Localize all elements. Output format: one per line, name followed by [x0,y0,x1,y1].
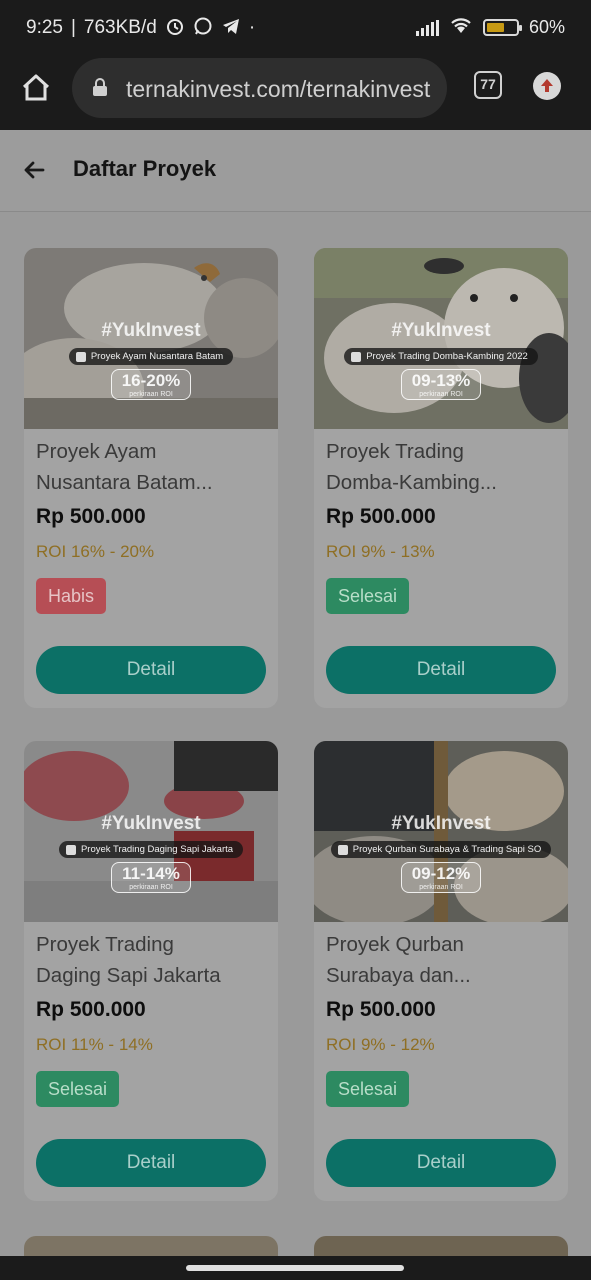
status-badge: Selesai [326,578,410,614]
status-bar: 9:25 | 763KB/d · 60% [0,0,591,54]
project-card[interactable]: #YukInvest Proyek Trading Domba-Kambing … [314,248,568,708]
detail-button[interactable]: Detail [326,1139,556,1187]
browser-toolbar: ternakinvest.com/ternakinvest 77 [0,54,591,130]
banner-roi: 11-14% [122,864,180,883]
banner-hashtag: #YukInvest [391,813,491,834]
banner-roi: 09-13% [411,371,471,390]
banner-roi-caption: perkiraan ROI [129,391,173,398]
banner-roi-box: 11-14% perkiraan ROI [111,862,191,893]
page-header: Daftar Proyek [0,130,591,212]
project-title-line2: Nusantara Batam... [36,471,213,494]
banner-pill: Proyek Qurban Surabaya & Trading Sapi SO [330,841,552,858]
page-title: Daftar Proyek [73,156,217,181]
telegram-icon [221,16,241,40]
project-title: Proyek Trading Daging Sapi Jakarta [36,929,268,991]
banner-pill: Proyek Ayam Nusantara Batam [68,348,234,365]
lock-icon [92,78,108,96]
status-badge: Selesai [36,1071,120,1107]
status-left: 9:25 | 763KB/d · [26,16,255,40]
banner-roi: 16-20% [121,371,181,390]
status-right: 60% [415,16,565,39]
banner-hashtag: #YukInvest [101,320,201,341]
project-title: Proyek Trading Domba-Kambing... [326,436,558,498]
project-image-sheep: #YukInvest Proyek Trading Domba-Kambing … [314,248,568,429]
alarm-icon [165,16,185,40]
battery-percent: 60% [528,17,565,37]
tabs-icon[interactable]: 77 [474,71,502,99]
project-price: Rp 500.000 [326,505,436,528]
project-title-line2: Surabaya dan... [326,964,471,987]
banner-roi-box: 16-20% perkiraan ROI [110,369,192,400]
project-title: Proyek Qurban Surabaya dan... [326,929,558,991]
banner-hashtag: #YukInvest [391,320,491,341]
status-badge: Habis [36,578,107,614]
project-card[interactable]: #YukInvest Proyek Qurban Surabaya & Trad… [314,741,568,1201]
address-bar[interactable]: ternakinvest.com/ternakinvest [72,58,447,118]
project-title-line1: Proyek Ayam [36,440,157,463]
banner-roi: 09-12% [411,864,471,883]
banner-roi-box: 09-13% perkiraan ROI [400,369,482,400]
project-image-cattle: #YukInvest Proyek Qurban Surabaya & Trad… [314,741,568,922]
banner-pill: Proyek Trading Domba-Kambing 2022 [344,348,538,365]
arrow-left-icon[interactable] [22,158,46,187]
separator: | [70,17,76,38]
banner-roi-caption: perkiraan ROI [419,391,463,398]
banner-pill: Proyek Trading Daging Sapi Jakarta [58,841,244,858]
update-icon[interactable] [533,72,561,100]
project-title-line1: Proyek Trading [326,440,464,463]
detail-button[interactable]: Detail [36,1139,266,1187]
project-title-line2: Domba-Kambing... [326,471,497,494]
project-card[interactable]: #YukInvest Proyek Ayam Nusantara Batam 1… [24,248,278,708]
status-dot: · [248,17,256,38]
banner-roi-box: 09-12% perkiraan ROI [400,862,482,893]
wifi-icon [449,16,473,39]
home-icon[interactable] [18,70,54,106]
whatsapp-icon [193,16,213,40]
detail-button[interactable]: Detail [326,646,556,694]
gesture-bar [0,1256,591,1280]
project-roi: ROI 9% - 13% [326,542,435,561]
project-title: Proyek Ayam Nusantara Batam... [36,436,268,498]
signal-icon [415,19,439,36]
project-title-line2: Daging Sapi Jakarta [36,964,221,987]
detail-button[interactable]: Detail [36,646,266,694]
project-roi: ROI 11% - 14% [36,1035,153,1054]
project-price: Rp 500.000 [326,998,436,1021]
url-text: ternakinvest.com/ternakinvest [126,76,431,102]
project-image-chicken: #YukInvest Proyek Ayam Nusantara Batam 1… [24,248,278,429]
banner-roi-caption: perkiraan ROI [129,884,173,891]
banner-hashtag: #YukInvest [101,813,201,834]
project-image-beef: #YukInvest Proyek Trading Daging Sapi Ja… [24,741,278,922]
project-roi: ROI 9% - 12% [326,1035,435,1054]
project-title-line1: Proyek Qurban [326,933,464,956]
project-price: Rp 500.000 [36,505,146,528]
home-indicator[interactable] [186,1265,404,1271]
status-badge: Selesai [326,1071,410,1107]
clock: 9:25 [26,17,63,38]
project-title-line1: Proyek Trading [36,933,174,956]
project-roi: ROI 16% - 20% [36,542,155,561]
network-speed: 763KB/d [83,17,157,38]
banner-roi-caption: perkiraan ROI [419,884,463,891]
project-price: Rp 500.000 [36,998,146,1021]
battery-icon [482,19,522,36]
project-card[interactable]: #YukInvest Proyek Trading Daging Sapi Ja… [24,741,278,1201]
